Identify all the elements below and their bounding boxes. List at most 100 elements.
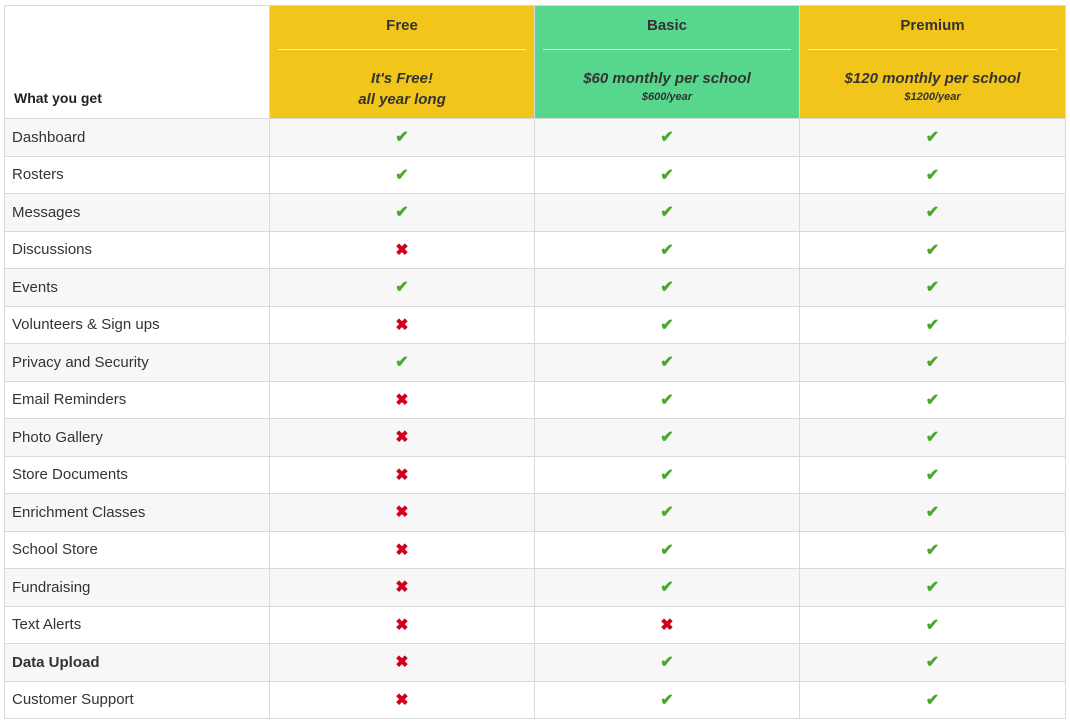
check-icon: ✔ xyxy=(925,541,940,559)
check-icon: ✔ xyxy=(660,429,674,447)
feature-name: School Store xyxy=(4,530,270,569)
cell-basic: ✔ xyxy=(534,193,800,232)
cell-free: ✔ xyxy=(269,155,535,194)
cell-basic: ✔ xyxy=(534,155,800,194)
table-row: Rosters ✔ ✔ ✔ xyxy=(4,155,1066,194)
cross-icon: ✖ xyxy=(395,466,409,484)
check-icon: ✔ xyxy=(660,166,674,184)
cross-icon: ✖ xyxy=(395,241,409,259)
table-row: Store Documents ✖ ✔ ✔ xyxy=(4,455,1066,494)
check-icon: ✔ xyxy=(660,391,674,409)
feature-name: Messages xyxy=(4,193,270,232)
check-icon: ✔ xyxy=(925,279,940,297)
cell-free: ✖ xyxy=(269,530,535,569)
check-icon: ✔ xyxy=(660,691,674,709)
cell-free: ✔ xyxy=(269,193,535,232)
table-row: Data Upload ✖ ✔ ✔ xyxy=(4,643,1066,682)
check-icon: ✔ xyxy=(660,541,674,559)
check-icon: ✔ xyxy=(395,166,409,184)
table-row: Text Alerts ✖ ✖ ✔ xyxy=(4,605,1066,644)
feature-name: Privacy and Security xyxy=(4,343,270,382)
table-row: Customer Support ✖ ✔ ✔ xyxy=(4,680,1066,719)
pricing-table: What you get Free It's Free! all year lo… xyxy=(4,5,1066,719)
cell-basic: ✔ xyxy=(534,455,800,494)
plan-header-free: Free It's Free! all year long xyxy=(269,5,535,119)
check-icon: ✔ xyxy=(925,579,940,597)
cross-icon: ✖ xyxy=(395,654,409,672)
check-icon: ✔ xyxy=(660,504,674,522)
check-icon: ✔ xyxy=(660,129,674,147)
cell-premium: ✔ xyxy=(799,230,1066,269)
check-icon: ✔ xyxy=(925,616,940,634)
check-icon: ✔ xyxy=(395,129,409,147)
cell-free: ✖ xyxy=(269,305,535,344)
cell-basic: ✔ xyxy=(534,680,800,719)
feature-rows: Dashboard ✔ ✔ ✔ Rosters ✔ ✔ ✔ Messages ✔ ✔ ✔ Discuss… xyxy=(4,118,1066,719)
plan-price: $120 monthly per school xyxy=(844,70,1021,87)
cell-free: ✖ xyxy=(269,605,535,644)
plan-name: Premium xyxy=(900,17,965,34)
pricing-comparison: What you get Free It's Free! all year lo… xyxy=(4,5,1066,719)
cross-icon: ✖ xyxy=(395,429,409,447)
cross-icon: ✖ xyxy=(395,616,409,634)
cell-premium: ✔ xyxy=(799,493,1066,532)
cross-icon: ✖ xyxy=(395,391,409,409)
cell-basic: ✔ xyxy=(534,643,800,682)
cross-icon: ✖ xyxy=(395,504,409,522)
cell-basic: ✔ xyxy=(534,568,800,607)
cell-basic: ✔ xyxy=(534,118,800,157)
check-icon: ✔ xyxy=(660,466,674,484)
check-icon: ✔ xyxy=(395,204,409,222)
cell-free: ✖ xyxy=(269,455,535,494)
cross-icon: ✖ xyxy=(660,616,674,634)
cell-premium: ✔ xyxy=(799,418,1066,457)
cell-premium: ✔ xyxy=(799,268,1066,307)
check-icon: ✔ xyxy=(660,204,674,222)
check-icon: ✔ xyxy=(925,466,940,484)
plan-name: Free xyxy=(386,17,418,34)
cell-basic: ✔ xyxy=(534,380,800,419)
check-icon: ✔ xyxy=(925,391,940,409)
check-icon: ✔ xyxy=(925,654,940,672)
feature-name: Customer Support xyxy=(4,680,270,719)
feature-name: Store Documents xyxy=(4,455,270,494)
check-icon: ✔ xyxy=(395,354,409,372)
feature-column-header: What you get xyxy=(4,5,270,119)
cell-premium: ✔ xyxy=(799,193,1066,232)
feature-name: Data Upload xyxy=(4,643,270,682)
cell-basic: ✔ xyxy=(534,343,800,382)
cell-basic: ✔ xyxy=(534,305,800,344)
cell-free: ✔ xyxy=(269,118,535,157)
check-icon: ✔ xyxy=(925,504,940,522)
cell-free: ✔ xyxy=(269,268,535,307)
cell-premium: ✔ xyxy=(799,680,1066,719)
cell-free: ✖ xyxy=(269,680,535,719)
cell-premium: ✔ xyxy=(799,455,1066,494)
check-icon: ✔ xyxy=(395,279,409,297)
table-row: Photo Gallery ✖ ✔ ✔ xyxy=(4,418,1066,457)
cell-premium: ✔ xyxy=(799,605,1066,644)
table-row: Privacy and Security ✔ ✔ ✔ xyxy=(4,343,1066,382)
table-row: Volunteers & Sign ups ✖ ✔ ✔ xyxy=(4,305,1066,344)
check-icon: ✔ xyxy=(660,316,674,334)
check-icon: ✔ xyxy=(660,654,674,672)
table-row: Fundraising ✖ ✔ ✔ xyxy=(4,568,1066,607)
cross-icon: ✖ xyxy=(395,541,409,559)
table-header-row: What you get Free It's Free! all year lo… xyxy=(4,5,1066,119)
plan-header-basic: Basic $60 monthly per school $600/year xyxy=(534,5,800,119)
feature-column-label: What you get xyxy=(14,90,102,106)
feature-name: Discussions xyxy=(4,230,270,269)
feature-name: Fundraising xyxy=(4,568,270,607)
feature-name: Email Reminders xyxy=(4,380,270,419)
cell-premium: ✔ xyxy=(799,343,1066,382)
check-icon: ✔ xyxy=(925,354,940,372)
check-icon: ✔ xyxy=(925,691,940,709)
check-icon: ✔ xyxy=(660,279,674,297)
cell-free: ✖ xyxy=(269,230,535,269)
check-icon: ✔ xyxy=(925,316,940,334)
cell-premium: ✔ xyxy=(799,530,1066,569)
plan-yearly-price: $600/year xyxy=(641,91,693,103)
table-row: Dashboard ✔ ✔ ✔ xyxy=(4,118,1066,157)
cell-premium: ✔ xyxy=(799,643,1066,682)
cell-basic: ✔ xyxy=(534,268,800,307)
